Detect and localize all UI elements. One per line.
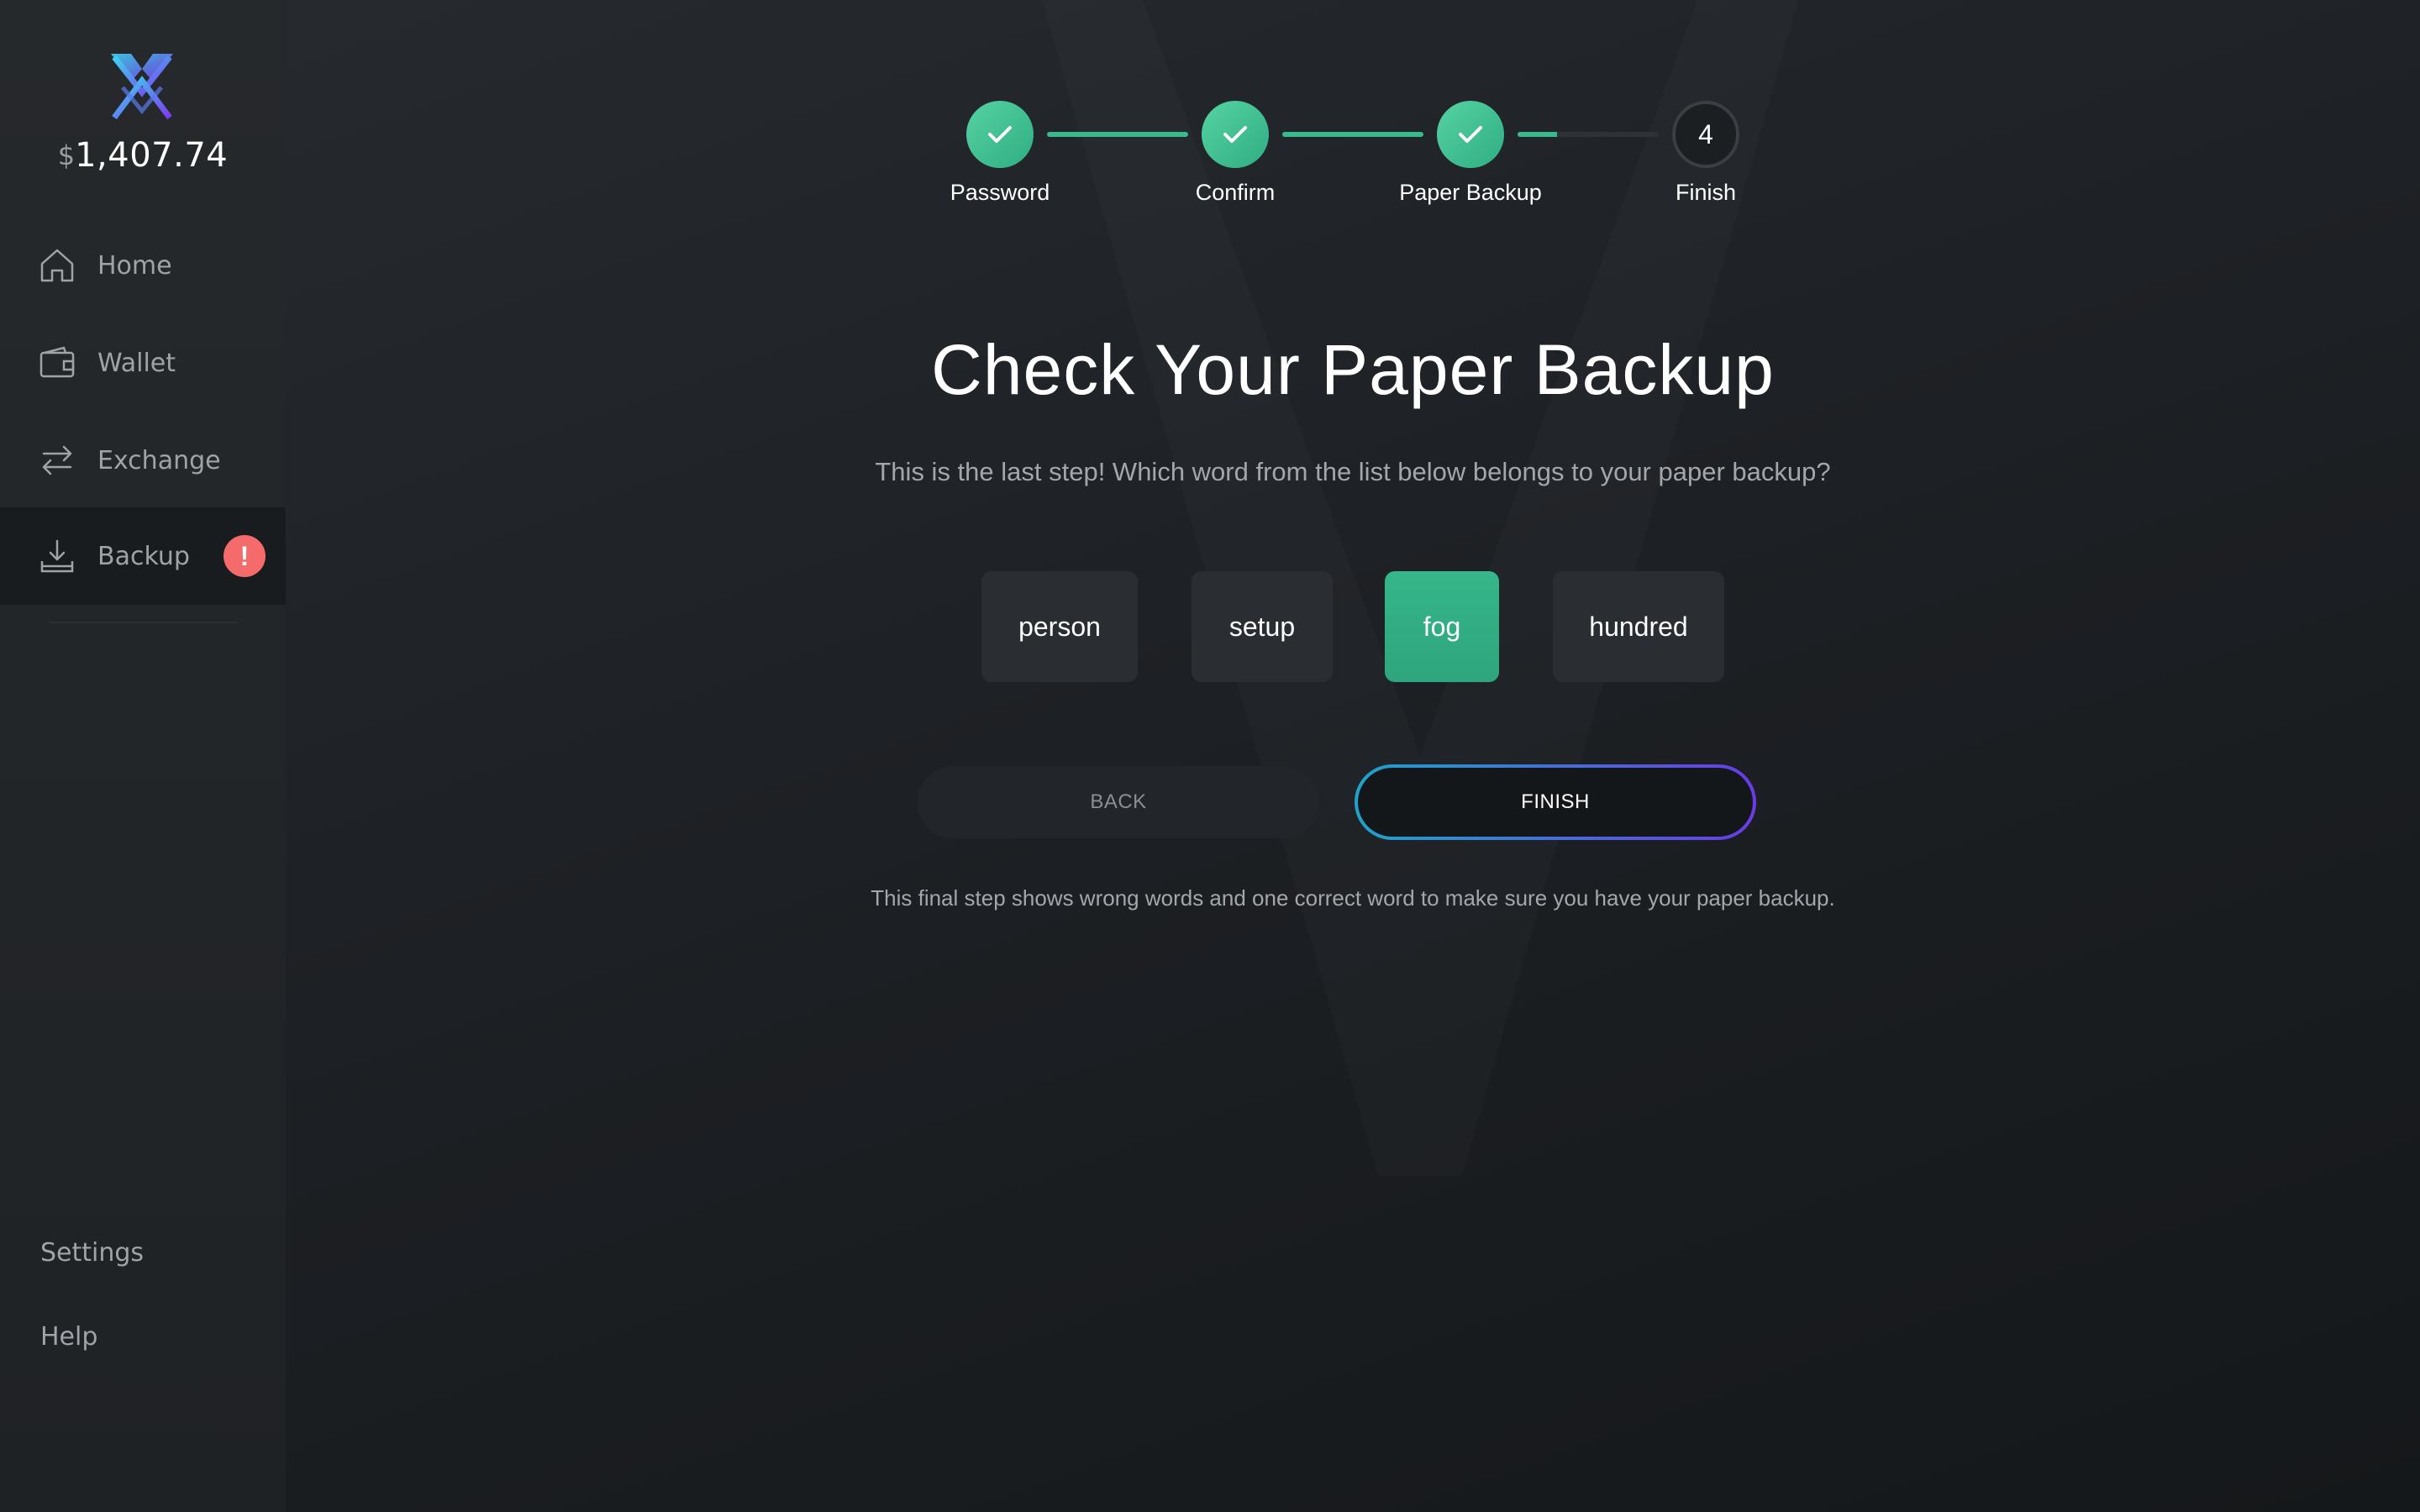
sidebar-item-label: Backup [97,541,190,571]
step-label: Paper Backup [1399,180,1542,205]
help-link[interactable]: Help [40,1322,97,1352]
balance-currency: $ [57,139,76,171]
sidebar: $1,407.74 Home Wallet Exchange Backup ! … [0,0,286,1512]
alert-badge: ! [224,535,266,577]
checkmark-icon [988,126,1012,143]
sidebar-item-backup[interactable]: Backup ! [0,507,286,605]
word-option-button[interactable]: hundred [1553,571,1724,682]
step-paper-backup [1437,101,1504,168]
balance-amount: 1,407.74 [75,136,229,175]
step-label: Confirm [1195,180,1276,205]
sidebar-item-label: Wallet [97,348,176,378]
word-option-button[interactable]: person [981,571,1138,682]
exodus-logo-icon[interactable] [106,50,178,123]
step-confirm [1202,101,1269,168]
step-connector [1282,132,1423,137]
step-connector [1047,132,1188,137]
sidebar-item-label: Home [97,250,172,281]
finish-button[interactable]: FINISH [1355,764,1756,840]
word-option-button-selected[interactable]: fog [1385,571,1499,682]
sidebar-item-exchange[interactable]: Exchange [0,412,286,509]
footnote-text: This final step shows wrong words and on… [871,885,1835,911]
checkmark-icon [1459,126,1482,143]
sidebar-divider [49,622,237,623]
portfolio-balance: $1,407.74 [0,136,286,175]
sidebar-item-label: Exchange [97,445,221,475]
main-content: 4 Password Confirm Paper Backup Finish C… [286,0,2420,1512]
page-title: Check Your Paper Backup [931,330,1775,409]
settings-link[interactable]: Settings [40,1238,144,1268]
step-finish: 4 [1672,101,1739,168]
step-label: Password [950,180,1050,205]
back-button[interactable]: BACK [918,766,1319,838]
exchange-icon [42,445,72,475]
page-subtitle: This is the last step! Which word from t… [875,457,1831,486]
home-icon [40,249,74,282]
wallet-icon [39,346,75,378]
finish-button-label: FINISH [1358,768,1753,837]
sidebar-item-home[interactable]: Home [0,217,286,314]
sidebar-item-wallet[interactable]: Wallet [0,314,286,412]
step-connector [1518,132,1659,137]
checkmark-icon [1223,126,1247,143]
backup-icon [40,539,74,573]
step-label: Finish [1675,180,1737,205]
word-option-button[interactable]: setup [1192,571,1333,682]
step-password [966,101,1034,168]
